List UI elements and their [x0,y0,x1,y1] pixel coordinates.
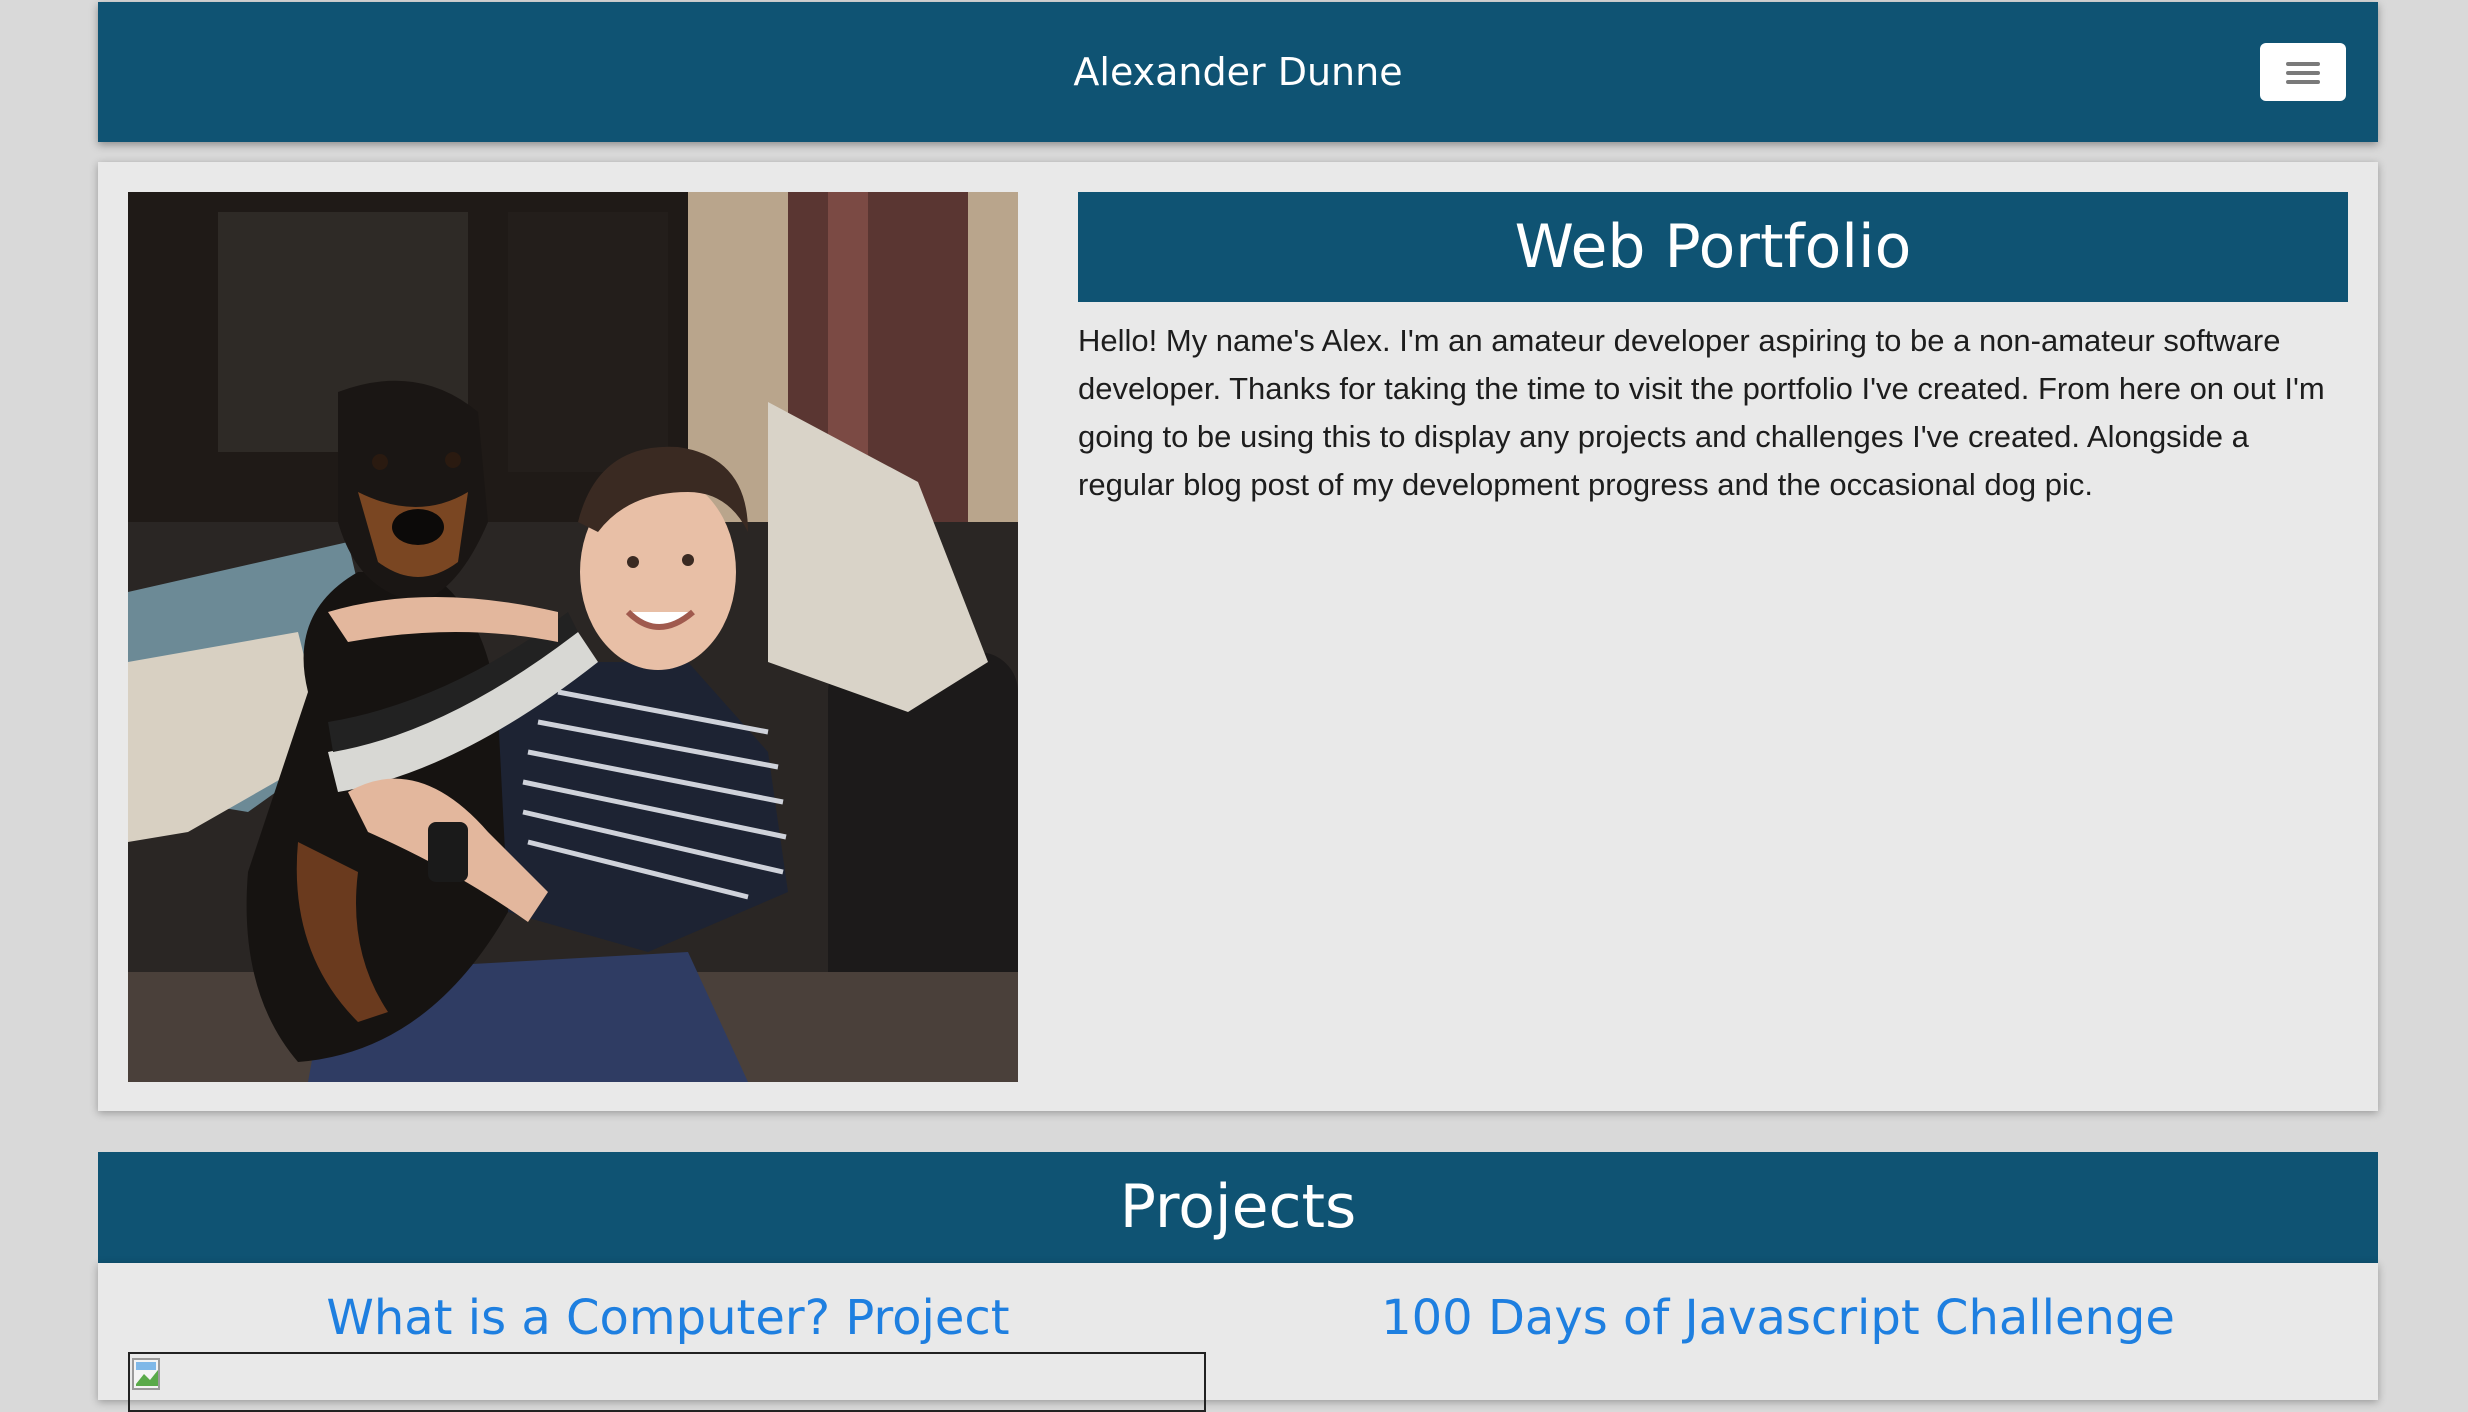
project-link-computer[interactable]: What is a Computer? Project [128,1283,1208,1353]
projects-section: What is a Computer? Project 100 Days of … [98,1263,2378,1412]
projects-heading: Projects [98,1152,2378,1263]
profile-photo [128,192,1018,1082]
project-link-javascript-challenge[interactable]: 100 Days of Javascript Challenge [1208,1283,2348,1353]
hamburger-menu-icon [2286,62,2320,84]
intro-card: Web Portfolio Hello! My name's Alex. I'm… [98,162,2378,1111]
menu-toggle-button[interactable] [2260,43,2346,101]
project-image[interactable] [128,1352,1206,1412]
portfolio-heading: Web Portfolio [1078,192,2348,302]
intro-text: Hello! My name's Alex. I'm an amateur de… [1078,323,2325,502]
site-brand[interactable]: Alexander Dunne [98,2,2378,142]
broken-image-icon [132,1358,160,1390]
navbar: Alexander Dunne [98,2,2378,142]
